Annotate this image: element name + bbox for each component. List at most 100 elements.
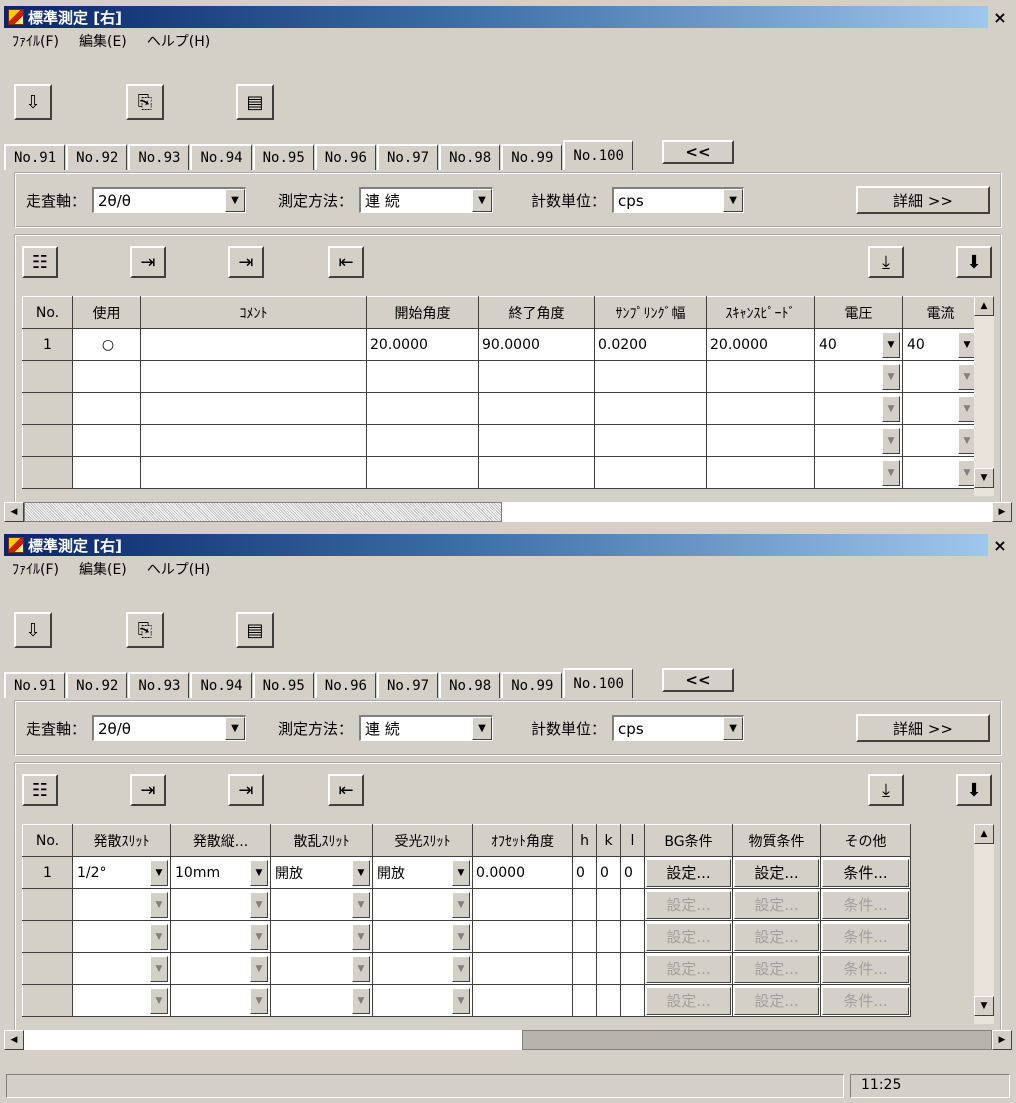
voltage-cell-select[interactable]: ▼ [817, 363, 900, 390]
move-bottom-button[interactable]: ⬇ [956, 246, 992, 278]
current-cell[interactable]: ▼ [902, 360, 979, 393]
tab-no94[interactable]: No.94 [190, 672, 252, 698]
close-button[interactable]: × [988, 6, 1012, 28]
div-vertical-cell-select[interactable]: 10mm ▼ [173, 859, 268, 886]
k-cell[interactable]: 0 [596, 856, 621, 889]
use-cell[interactable] [72, 456, 141, 489]
col-header-sampling-width[interactable]: ｻﾝﾌﾟﾘﾝｸﾞ幅 [594, 296, 707, 329]
scroll-left-icon[interactable]: ◀ [4, 1030, 24, 1050]
scan-speed-cell[interactable]: 20.0000 [706, 328, 815, 361]
row-header[interactable] [22, 360, 73, 393]
start-angle-cell[interactable] [366, 392, 479, 425]
row-header[interactable] [22, 920, 73, 953]
scan-axis-select[interactable]: 2θ/θ ▼ [92, 715, 247, 741]
row-header[interactable] [22, 456, 73, 489]
scatter-slit-cell[interactable]: ▼ [270, 920, 373, 953]
menu-file[interactable]: ﾌｧｲﾙ(F) [12, 559, 59, 579]
bg-condition-cell-button[interactable]: 設定... [646, 954, 731, 983]
current-cell-select[interactable]: ▼ [905, 363, 976, 390]
bg-condition-cell-button[interactable]: 設定... [646, 890, 731, 919]
col-header-use[interactable]: 使用 [72, 296, 141, 329]
offset-angle-cell[interactable] [472, 888, 573, 921]
move-down-button[interactable]: ⤓ [868, 246, 904, 278]
scatter-slit-cell-select[interactable]: 開放 ▼ [273, 859, 370, 886]
current-cell-select[interactable]: ▼ [905, 427, 976, 454]
end-angle-cell[interactable]: 90.0000 [478, 328, 595, 361]
sampling-width-cell[interactable] [594, 392, 707, 425]
tab-no100[interactable]: No.100 [563, 668, 633, 698]
voltage-cell[interactable]: ▼ [814, 392, 903, 425]
receiving-slit-cell[interactable]: ▼ [372, 888, 473, 921]
method-select[interactable]: 連 続 ▼ [359, 187, 494, 213]
offset-angle-cell[interactable] [472, 984, 573, 1017]
collapse-tabs-button[interactable]: << [661, 140, 734, 164]
current-cell-select[interactable]: ▼ [905, 395, 976, 422]
col-header-no[interactable]: No. [22, 824, 73, 857]
scatter-slit-cell[interactable]: ▼ [270, 984, 373, 1017]
current-cell[interactable]: ▼ [902, 392, 979, 425]
end-angle-cell[interactable] [478, 424, 595, 457]
row-header[interactable]: 1 [22, 856, 73, 889]
detail-button[interactable]: 詳細 >> [856, 714, 990, 742]
start-angle-cell[interactable] [366, 360, 479, 393]
div-vertical-cell[interactable]: ▼ [170, 888, 271, 921]
tab-no95[interactable]: No.95 [252, 672, 314, 698]
div-vertical-cell-select[interactable]: ▼ [173, 987, 268, 1014]
comment-cell[interactable] [140, 328, 367, 361]
use-cell[interactable] [72, 424, 141, 457]
row-header[interactable] [22, 392, 73, 425]
comment-cell[interactable] [140, 456, 367, 489]
grid-vertical-scrollbar[interactable]: ▲ ▼ [974, 824, 994, 1024]
current-cell[interactable]: 40 ▼ [902, 328, 979, 361]
other-condition-cell-button[interactable]: 条件... [822, 890, 909, 919]
tab-no96[interactable]: No.96 [314, 144, 376, 170]
material-condition-cell-button[interactable]: 設定... [734, 954, 819, 983]
div-slit-cell[interactable]: ▼ [72, 952, 171, 985]
delete-row-button[interactable]: ⇤ [328, 246, 364, 278]
current-cell-select[interactable]: 40 ▼ [905, 331, 976, 358]
menu-edit[interactable]: 編集(E) [79, 31, 127, 51]
tab-no91[interactable]: No.91 [4, 672, 66, 698]
paste-button[interactable]: ▤ [236, 84, 274, 120]
div-slit-cell-select[interactable]: ▼ [75, 923, 168, 950]
tab-no100[interactable]: No.100 [563, 140, 633, 170]
title-bar[interactable]: 標準測定 [右] × [4, 534, 1012, 556]
col-header-end-angle[interactable]: 終了角度 [478, 296, 595, 329]
scroll-down-icon[interactable]: ▼ [974, 468, 994, 488]
col-header-comment[interactable]: ｺﾒﾝﾄ [140, 296, 367, 329]
voltage-cell-select[interactable]: ▼ [817, 395, 900, 422]
receiving-slit-cell[interactable]: ▼ [372, 952, 473, 985]
paste-button[interactable]: ▤ [236, 612, 274, 648]
close-button[interactable]: × [988, 534, 1012, 556]
add-row-button[interactable]: ☷ [22, 246, 58, 278]
voltage-cell-select[interactable]: ▼ [817, 459, 900, 486]
col-header-no[interactable]: No. [22, 296, 73, 329]
div-slit-cell-select[interactable]: ▼ [75, 955, 168, 982]
k-cell[interactable] [596, 920, 621, 953]
bg-condition-cell-button[interactable]: 設定... [646, 986, 731, 1015]
tab-no99[interactable]: No.99 [501, 672, 563, 698]
col-header-material-condition[interactable]: 物質条件 [732, 824, 821, 857]
collapse-tabs-button[interactable]: << [661, 668, 734, 692]
k-cell[interactable] [596, 952, 621, 985]
offset-angle-cell[interactable] [472, 952, 573, 985]
use-cell[interactable] [72, 392, 141, 425]
import-button[interactable]: ⇩ [14, 84, 52, 120]
scatter-slit-cell[interactable]: ▼ [270, 952, 373, 985]
detail-button[interactable]: 詳細 >> [856, 186, 990, 214]
start-angle-cell[interactable]: 20.0000 [366, 328, 479, 361]
comment-cell[interactable] [140, 424, 367, 457]
append-row-button[interactable]: ⇥ [228, 246, 264, 278]
voltage-cell[interactable]: ▼ [814, 456, 903, 489]
receiving-slit-cell-select[interactable]: 開放 ▼ [375, 859, 470, 886]
div-vertical-cell-select[interactable]: ▼ [173, 955, 268, 982]
tab-no95[interactable]: No.95 [252, 144, 314, 170]
comment-cell[interactable] [140, 392, 367, 425]
col-header-div-vertical[interactable]: 発散縦... [170, 824, 271, 857]
offset-angle-cell[interactable]: 0.0000 [472, 856, 573, 889]
delete-row-button[interactable]: ⇤ [328, 774, 364, 806]
l-cell[interactable]: 0 [620, 856, 645, 889]
tab-no97[interactable]: No.97 [376, 672, 439, 698]
col-header-current[interactable]: 電流 [902, 296, 979, 329]
scatter-slit-cell-select[interactable]: ▼ [273, 891, 370, 918]
